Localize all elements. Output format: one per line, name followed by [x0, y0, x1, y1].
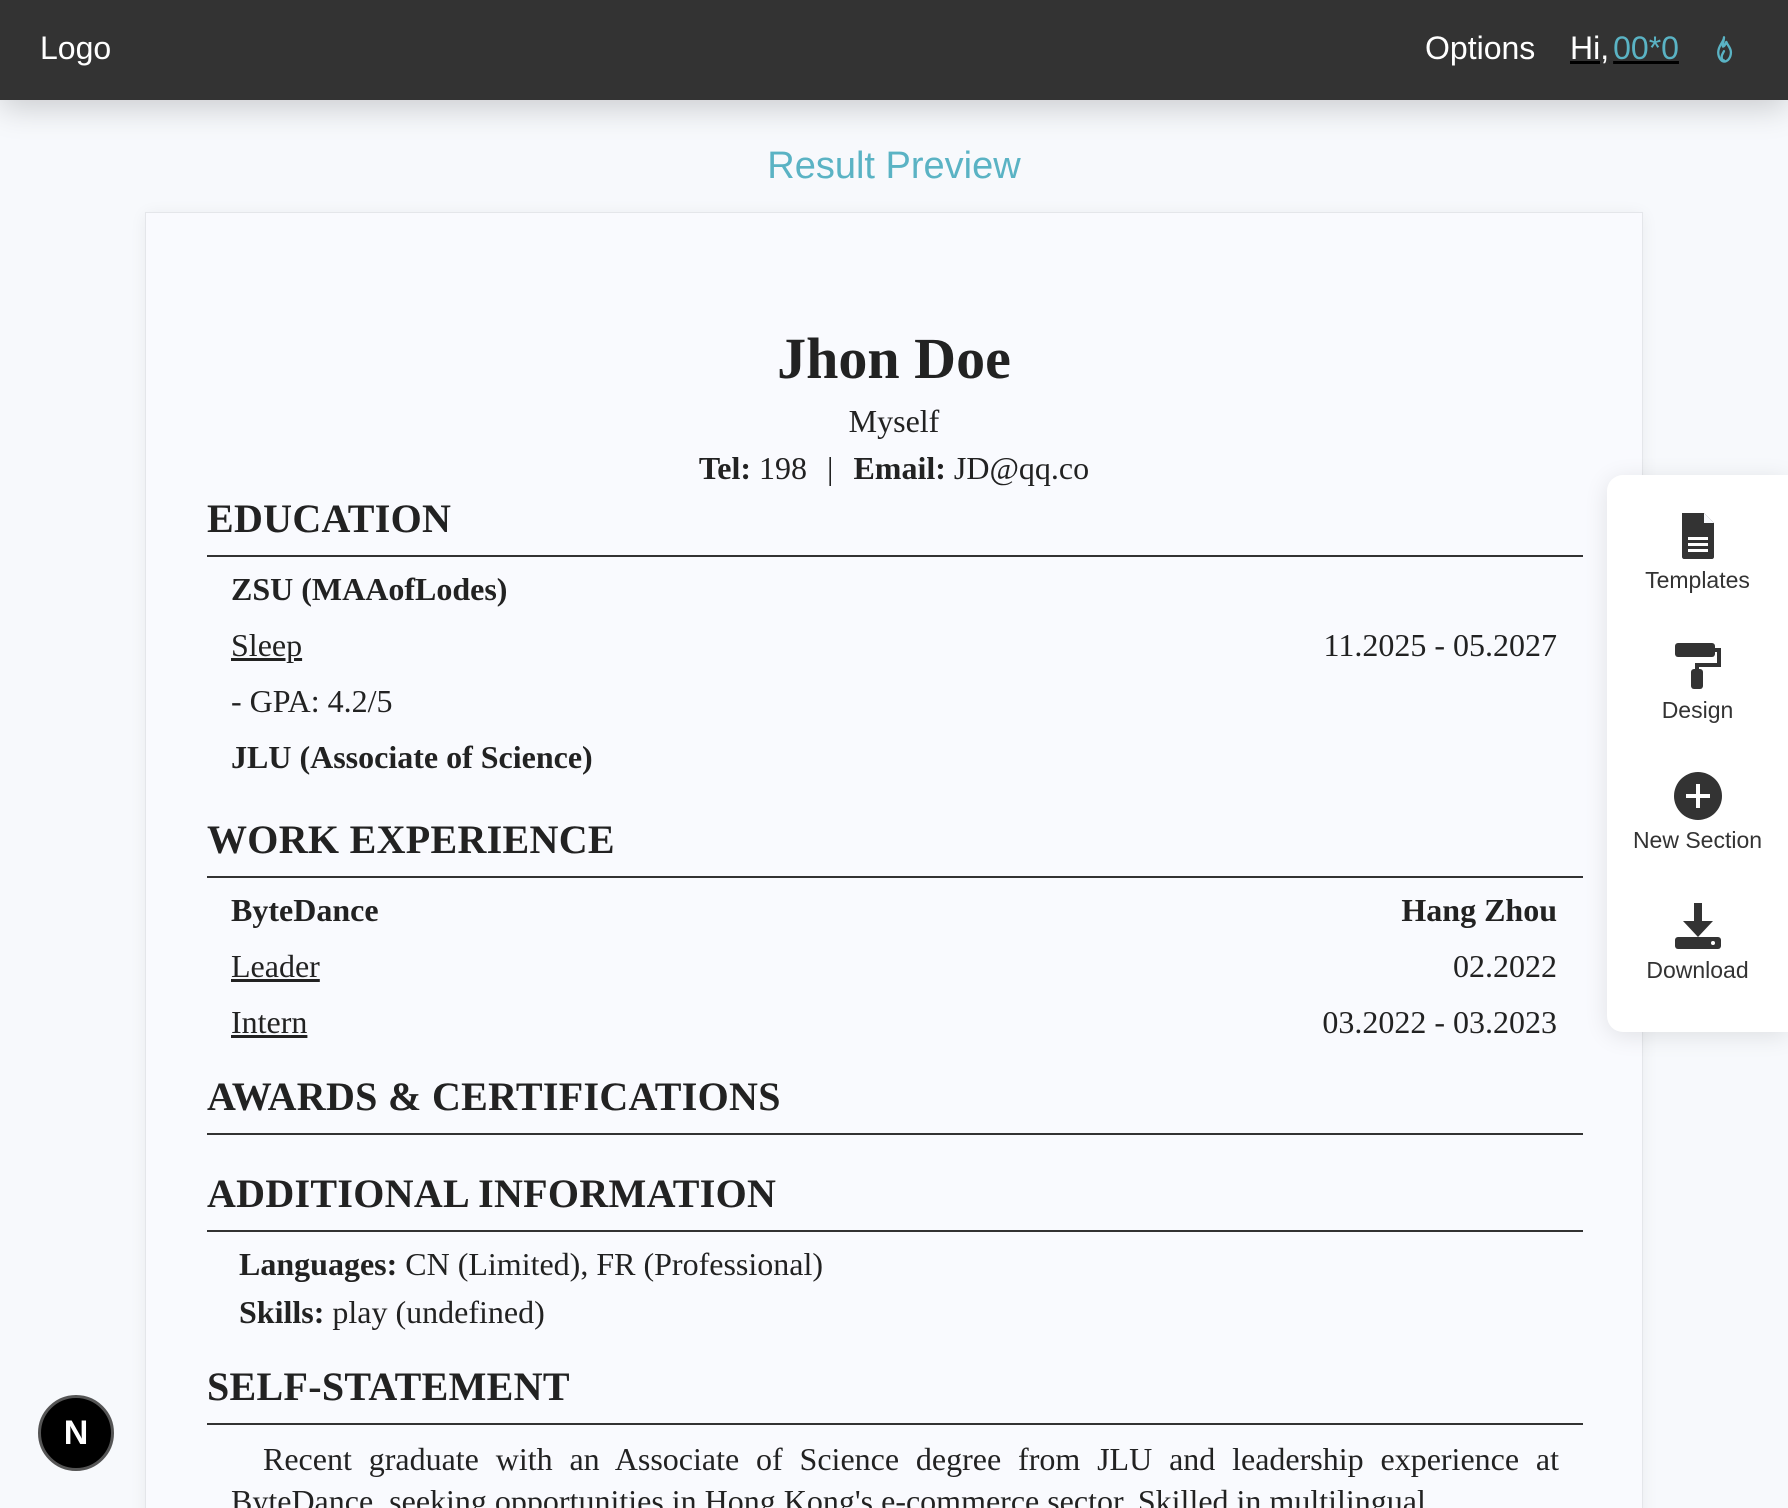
languages-value: CN (Limited), FR (Professional) [405, 1246, 823, 1282]
side-toolbar: Templates Design New Section Download [1607, 475, 1788, 1032]
download-button[interactable]: Download [1607, 901, 1788, 1011]
design-button[interactable]: Design [1607, 641, 1788, 751]
section-divider [207, 1230, 1583, 1232]
skills-label: Skills: [239, 1294, 325, 1330]
skills-line: Skills: play (undefined) [239, 1294, 545, 1331]
section-title-statement: SELF-STATEMENT [207, 1364, 570, 1409]
email-label: Email: [853, 450, 946, 486]
new-section-label: New Section [1632, 827, 1763, 853]
templates-label: Templates [1645, 567, 1750, 593]
user-greeting[interactable]: Hi, 00*0 [1570, 30, 1679, 67]
work-role-2[interactable]: Intern [231, 1004, 307, 1041]
languages-label: Languages: [239, 1246, 398, 1282]
education-gpa-1: - GPA: 4.2/5 [231, 683, 393, 719]
contact-line: Tel: 198 | Email: JD@qq.co [146, 450, 1642, 487]
add-circle-icon [1673, 772, 1722, 820]
page-title: Result Preview [767, 145, 1021, 187]
education-school-2: JLU (Associate of Science) [231, 739, 593, 775]
work-company: ByteDance [231, 892, 379, 928]
self-statement-text: Recent graduate with an Associate of Sci… [231, 1441, 1559, 1508]
tel-label: Tel: [698, 450, 752, 486]
dev-tools-badge[interactable]: N [38, 1395, 114, 1471]
new-section-button[interactable]: New Section [1607, 771, 1788, 881]
resume-name: Jhon Doe [777, 326, 1011, 391]
download-label: Download [1646, 957, 1749, 983]
section-title-work: WORK EXPERIENCE [207, 817, 615, 862]
education-dates-1: 11.2025 - 05.2027 [1323, 627, 1557, 663]
document-icon [1681, 513, 1714, 559]
section-divider [207, 1133, 1583, 1135]
education-school-1: ZSU (MAAofLodes) [231, 571, 508, 607]
section-title-education: EDUCATION [207, 496, 452, 541]
resume-preview: Jhon Doe Myself Tel: 198 | Email: JD@qq.… [145, 212, 1643, 1508]
contact-separator: | [827, 450, 834, 486]
email-value: JD@qq.co [953, 450, 1090, 486]
section-title-additional: ADDITIONAL INFORMATION [207, 1171, 777, 1216]
work-date-1: 02.2022 [1453, 948, 1557, 984]
languages-line: Languages: CN (Limited), FR (Professiona… [239, 1246, 823, 1283]
templates-button[interactable]: Templates [1607, 511, 1788, 621]
download-icon [1674, 903, 1721, 949]
section-title-awards: AWARDS & CERTIFICATIONS [207, 1074, 781, 1119]
work-role-1[interactable]: Leader [231, 948, 320, 985]
section-divider [207, 1423, 1583, 1425]
greeting-text: Hi, [1570, 30, 1610, 66]
skills-value: play (undefined) [332, 1294, 545, 1330]
top-navbar: Logo Options Hi, 00*0 [0, 0, 1788, 100]
paint-roller-icon [1674, 643, 1721, 689]
flame-icon[interactable] [1710, 35, 1738, 65]
section-divider [207, 555, 1583, 557]
education-major-1[interactable]: Sleep [231, 627, 302, 664]
work-date-2: 03.2022 - 03.2023 [1322, 1004, 1557, 1040]
options-menu[interactable]: Options [1425, 30, 1535, 67]
logo[interactable]: Logo [40, 30, 111, 67]
work-location: Hang Zhou [1401, 892, 1557, 928]
section-divider [207, 876, 1583, 878]
design-label: Design [1661, 697, 1734, 723]
resume-tagline: Myself [848, 403, 940, 439]
tel-value: 198 [759, 450, 808, 486]
username-link[interactable]: 00*0 [1613, 30, 1679, 66]
